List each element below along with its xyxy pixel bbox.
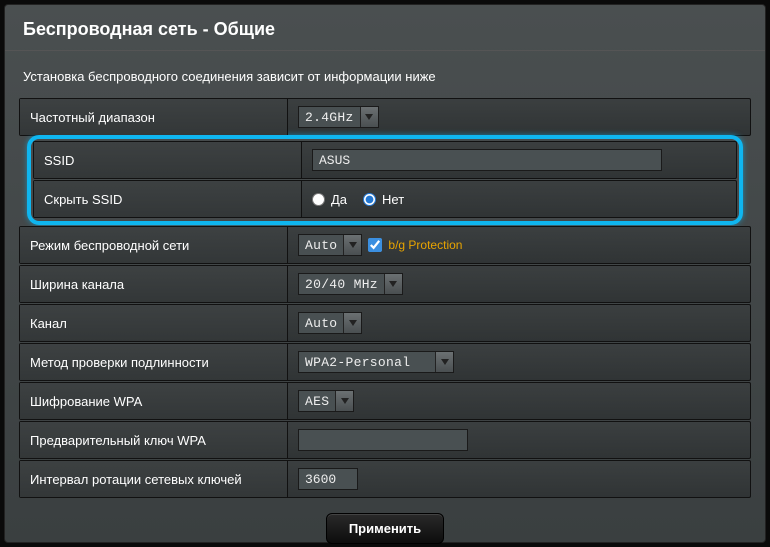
chevron-down-icon[interactable] [343,313,361,333]
row-auth: Метод проверки подлинности WPA2-Personal [19,343,751,381]
psk-input[interactable] [298,429,468,451]
label-mode: Режим беспроводной сети [20,227,288,263]
select-auth[interactable]: WPA2-Personal [298,351,454,373]
page-title: Беспроводная сеть - Общие [5,5,765,50]
chevron-down-icon[interactable] [335,391,353,411]
row-width: Ширина канала 20/40 MHz [19,265,751,303]
row-rekey: Интервал ротации сетевых ключей [19,460,751,498]
row-band: Частотный диапазон 2.4GHz [19,98,751,136]
select-mode[interactable]: Auto [298,234,362,256]
label-band: Частотный диапазон [20,99,288,135]
label-hide-ssid: Скрыть SSID [34,181,302,217]
label-ssid: SSID [34,142,302,178]
settings-table: Частотный диапазон 2.4GHz SSID [19,98,751,498]
label-width: Ширина канала [20,266,288,302]
select-width[interactable]: 20/40 MHz [298,273,403,295]
checkbox-bg-protection[interactable] [368,238,382,252]
label-channel: Канал [20,305,288,341]
label-encrypt: Шифрование WPA [20,383,288,419]
radio-hide-no-label: Нет [382,192,404,207]
chevron-down-icon[interactable] [435,352,453,372]
page-description: Установка беспроводного соединения завис… [5,69,765,98]
select-mode-value: Auto [299,238,343,253]
row-ssid: SSID [33,141,737,179]
highlight-box: SSID Скрыть SSID Да Нет [27,135,743,225]
radio-hide-no[interactable] [363,193,376,206]
chevron-down-icon[interactable] [343,235,361,255]
row-channel: Канал Auto [19,304,751,342]
row-mode: Режим беспроводной сети Auto b/g Protect… [19,226,751,264]
label-psk: Предварительный ключ WPA [20,422,288,458]
bg-protection-label: b/g Protection [388,238,462,252]
ssid-input[interactable] [312,149,662,171]
apply-button[interactable]: Применить [326,513,444,544]
wireless-general-panel: Беспроводная сеть - Общие Установка бесп… [4,4,766,543]
row-hide-ssid: Скрыть SSID Да Нет [33,180,737,218]
select-encrypt[interactable]: AES [298,390,354,412]
select-width-value: 20/40 MHz [299,277,384,292]
select-band[interactable]: 2.4GHz [298,106,379,128]
label-auth: Метод проверки подлинности [20,344,288,380]
chevron-down-icon[interactable] [384,274,402,294]
row-psk: Предварительный ключ WPA [19,421,751,459]
divider [5,50,765,51]
select-channel-value: Auto [299,316,343,331]
radio-hide-yes[interactable] [312,193,325,206]
select-band-value: 2.4GHz [299,110,360,125]
select-channel[interactable]: Auto [298,312,362,334]
select-auth-value: WPA2-Personal [299,355,435,370]
rekey-input[interactable] [298,468,358,490]
label-rekey: Интервал ротации сетевых ключей [20,461,288,497]
row-encrypt: Шифрование WPA AES [19,382,751,420]
select-encrypt-value: AES [299,394,335,409]
radio-hide-yes-label: Да [331,192,347,207]
chevron-down-icon[interactable] [360,107,378,127]
